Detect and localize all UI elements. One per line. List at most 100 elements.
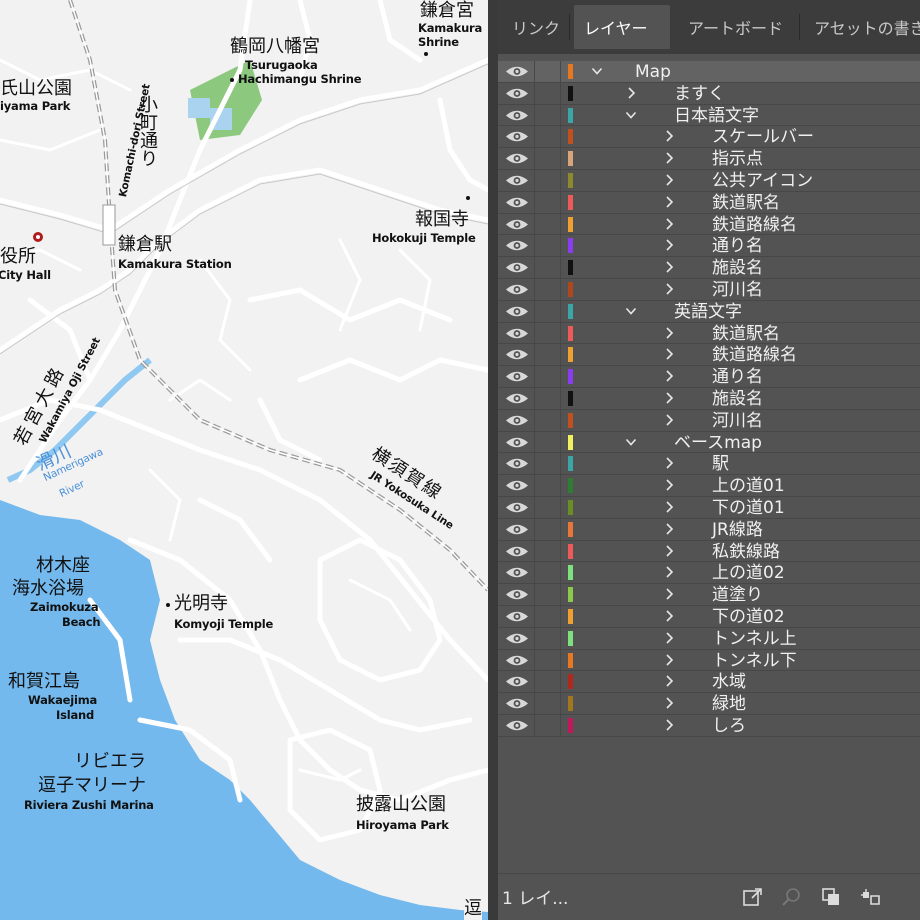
visibility-eye-icon[interactable] bbox=[504, 347, 530, 362]
layer-row[interactable]: 日本語文字 bbox=[498, 104, 920, 127]
layer-row[interactable]: JR線路 bbox=[498, 518, 920, 541]
lock-toggle-cell[interactable] bbox=[534, 300, 535, 322]
chevron-right-icon[interactable] bbox=[663, 587, 675, 601]
chevron-right-icon[interactable] bbox=[625, 86, 637, 100]
tab-links[interactable]: リンク bbox=[502, 5, 568, 49]
lock-toggle-cell[interactable] bbox=[534, 169, 535, 191]
lock-toggle-cell[interactable] bbox=[534, 191, 535, 213]
chevron-right-icon[interactable] bbox=[663, 674, 675, 688]
lock-toggle-cell[interactable] bbox=[534, 409, 535, 431]
chevron-right-icon[interactable] bbox=[663, 609, 675, 623]
layer-row[interactable]: 上の道01 bbox=[498, 475, 920, 497]
visibility-eye-icon[interactable] bbox=[504, 217, 530, 232]
chevron-down-icon[interactable] bbox=[625, 435, 637, 449]
chevron-right-icon[interactable] bbox=[663, 151, 675, 165]
visibility-eye-icon[interactable] bbox=[504, 129, 530, 144]
layer-row[interactable]: 施設名 bbox=[498, 257, 920, 279]
layer-row[interactable]: 道塗り bbox=[498, 584, 920, 606]
visibility-eye-icon[interactable] bbox=[504, 674, 530, 689]
layer-row[interactable]: ベースmap bbox=[498, 431, 920, 454]
visibility-eye-icon[interactable] bbox=[504, 587, 530, 602]
visibility-eye-icon[interactable] bbox=[504, 369, 530, 384]
lock-toggle-cell[interactable] bbox=[534, 540, 535, 562]
chevron-right-icon[interactable] bbox=[663, 391, 675, 405]
layer-name[interactable]: 通り名 bbox=[712, 367, 763, 387]
visibility-eye-icon[interactable] bbox=[504, 304, 530, 319]
layer-row[interactable]: 水域 bbox=[498, 671, 920, 694]
layer-name[interactable]: 日本語文字 bbox=[674, 106, 759, 126]
layer-row[interactable]: 鉄道路線名 bbox=[498, 344, 920, 367]
visibility-eye-icon[interactable] bbox=[504, 544, 530, 559]
lock-toggle-cell[interactable] bbox=[534, 431, 535, 453]
layer-name[interactable]: 河川名 bbox=[712, 280, 763, 300]
layer-row[interactable]: トンネル上 bbox=[498, 627, 920, 650]
lock-toggle-cell[interactable] bbox=[534, 126, 535, 148]
chevron-down-icon[interactable] bbox=[625, 304, 637, 318]
export-icon[interactable] bbox=[742, 886, 764, 908]
layer-name[interactable]: 鉄道路線名 bbox=[712, 345, 797, 365]
visibility-eye-icon[interactable] bbox=[504, 413, 530, 428]
layer-name[interactable]: 施設名 bbox=[712, 258, 763, 278]
layer-name[interactable]: 鉄道路線名 bbox=[712, 215, 797, 235]
lock-toggle-cell[interactable] bbox=[534, 82, 535, 104]
layer-row[interactable]: 緑地 bbox=[498, 693, 920, 715]
layer-row[interactable]: ますく bbox=[498, 82, 920, 105]
visibility-eye-icon[interactable] bbox=[504, 151, 530, 166]
layer-row[interactable]: 河川名 bbox=[498, 409, 920, 432]
chevron-right-icon[interactable] bbox=[663, 718, 675, 732]
layer-row[interactable]: トンネル下 bbox=[498, 649, 920, 672]
layer-row[interactable]: スケールバー bbox=[498, 126, 920, 149]
layer-name[interactable]: 私鉄線路 bbox=[712, 542, 780, 562]
visibility-eye-icon[interactable] bbox=[504, 260, 530, 275]
chevron-right-icon[interactable] bbox=[663, 544, 675, 558]
lock-toggle-cell[interactable] bbox=[534, 475, 535, 496]
chevron-right-icon[interactable] bbox=[663, 129, 675, 143]
visibility-eye-icon[interactable] bbox=[504, 326, 530, 341]
layer-row[interactable]: 鉄道駅名 bbox=[498, 191, 920, 214]
lock-toggle-cell[interactable] bbox=[534, 148, 535, 169]
layer-row[interactable]: 下の道01 bbox=[498, 496, 920, 519]
visibility-eye-icon[interactable] bbox=[504, 238, 530, 253]
layer-name[interactable]: 指示点 bbox=[712, 149, 763, 169]
visibility-eye-icon[interactable] bbox=[504, 64, 530, 79]
layer-name[interactable]: Map bbox=[635, 62, 671, 82]
layer-name[interactable]: スケールバー bbox=[712, 127, 814, 147]
layer-name[interactable]: 駅 bbox=[712, 454, 729, 474]
layer-name[interactable]: 河川名 bbox=[712, 411, 763, 431]
layer-row[interactable]: 私鉄線路 bbox=[498, 540, 920, 563]
chevron-right-icon[interactable] bbox=[663, 478, 675, 492]
layer-row[interactable]: 下の道02 bbox=[498, 605, 920, 628]
locate-icon[interactable] bbox=[780, 886, 802, 908]
chevron-right-icon[interactable] bbox=[663, 413, 675, 427]
chevron-right-icon[interactable] bbox=[663, 282, 675, 296]
layer-row[interactable]: 通り名 bbox=[498, 366, 920, 388]
layer-row[interactable]: 上の道02 bbox=[498, 562, 920, 585]
make-clipping-mask-icon[interactable] bbox=[860, 886, 882, 908]
layer-row[interactable]: 英語文字 bbox=[498, 300, 920, 323]
visibility-eye-icon[interactable] bbox=[504, 609, 530, 624]
chevron-right-icon[interactable] bbox=[663, 631, 675, 645]
layer-row[interactable]: 鉄道路線名 bbox=[498, 213, 920, 236]
layer-row[interactable]: Map bbox=[498, 61, 920, 83]
layer-row[interactable]: 鉄道駅名 bbox=[498, 322, 920, 345]
chevron-right-icon[interactable] bbox=[663, 347, 675, 361]
visibility-eye-icon[interactable] bbox=[504, 435, 530, 450]
lock-toggle-cell[interactable] bbox=[534, 322, 535, 344]
visibility-eye-icon[interactable] bbox=[504, 195, 530, 210]
chevron-right-icon[interactable] bbox=[663, 565, 675, 579]
layer-name[interactable]: 下の道02 bbox=[712, 607, 785, 627]
layer-name[interactable]: 水域 bbox=[712, 672, 746, 692]
layer-name[interactable]: トンネル上 bbox=[712, 629, 797, 649]
lock-toggle-cell[interactable] bbox=[534, 104, 535, 126]
layer-name[interactable]: 上の道01 bbox=[712, 476, 785, 496]
layer-name[interactable]: 公共アイコン bbox=[712, 171, 813, 191]
visibility-eye-icon[interactable] bbox=[504, 565, 530, 580]
visibility-eye-icon[interactable] bbox=[504, 500, 530, 515]
lock-toggle-cell[interactable] bbox=[534, 235, 535, 257]
visibility-eye-icon[interactable] bbox=[504, 522, 530, 537]
layer-name[interactable]: 下の道01 bbox=[712, 498, 785, 518]
chevron-down-icon[interactable] bbox=[591, 64, 603, 78]
lock-toggle-cell[interactable] bbox=[534, 714, 535, 736]
lock-toggle-cell[interactable] bbox=[534, 453, 535, 475]
visibility-eye-icon[interactable] bbox=[504, 631, 530, 646]
